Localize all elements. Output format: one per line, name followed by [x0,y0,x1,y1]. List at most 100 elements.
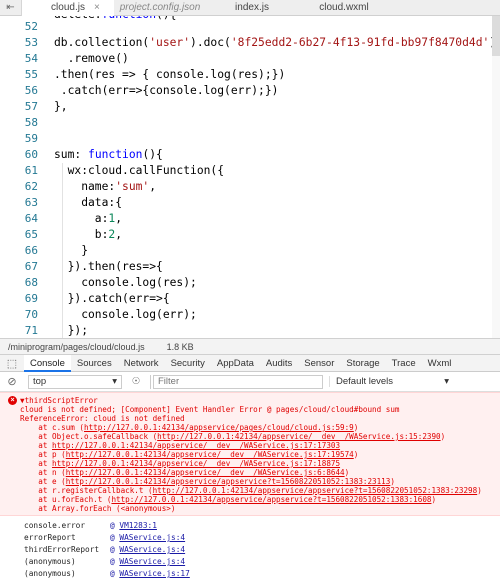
code-line: }).then(res=>{ [54,260,163,273]
code-line: .then(res => { console.log(res);}) [54,68,286,81]
trace-source-link[interactable]: WAService.js:4 [119,545,185,554]
tab-wxml[interactable]: Wxml [422,355,458,372]
error-line: ReferenceError: cloud is not defined [20,414,185,423]
sidebar-toggle-icon[interactable]: ⇤ [0,0,22,16]
filter-input[interactable] [153,374,323,389]
tab-appdata[interactable]: AppData [211,355,260,372]
line-number: 62 [24,180,38,193]
line-number: 64 [24,212,38,225]
stack-frame: at n (http://127.0.0.1:42134/appservice/… [20,468,349,477]
trace-function: (anonymous) [24,569,76,578]
stack-frame: at p (http://127.0.0.1:42134/appservice/… [20,450,358,459]
stack-frame-link[interactable]: http://127.0.0.1:42134/appservice/__dev_… [52,459,340,468]
line-number: 71 [24,324,38,337]
error-icon: × [8,396,17,405]
tab-sources[interactable]: Sources [71,355,118,372]
tab-label: project.config.json [119,2,201,13]
trace-source-link[interactable]: WAService.js:4 [119,533,185,542]
stack-frame-suffix: ) [353,423,359,432]
editor-scrollbar[interactable] [492,16,500,338]
stack-frame: at Object.o.safeCallback (http://127.0.0… [20,432,445,441]
trace-source-link[interactable]: WAService.js:4 [119,557,185,566]
line-number: 63 [24,196,38,209]
levels-value: Default levels [336,376,394,387]
line-number: 70 [24,308,38,321]
stack-frame: at Array.forEach (<anonymous>) [20,504,175,513]
levels-dropdown[interactable]: Default levels ▾ [329,376,449,387]
stack-frame-link[interactable]: http://127.0.0.1:42134/appservice/appser… [153,486,478,495]
context-value: top [33,376,47,387]
line-number: 57 [24,100,38,113]
tab-console[interactable]: Console [24,354,71,372]
line-number: 68 [24,276,38,289]
tab-audits[interactable]: Audits [260,355,298,372]
trace-source-link[interactable]: WAService.js:17 [119,569,189,578]
file-status-bar: /miniprogram/pages/cloud/cloud.js 1.8 KB [0,338,500,355]
stack-frame-link[interactable]: http://127.0.0.1:42134/appservice/__dev_… [66,468,345,477]
stack-frame-link[interactable]: http://127.0.0.1:42134/appservice/__dev_… [52,441,340,450]
stack-frame-text: at Object.o.safeCallback ( [20,432,158,441]
tab-cloud-wxml[interactable]: cloud.wxml [298,0,390,16]
tab-label: cloud.wxml [319,2,369,13]
tab-project-config[interactable]: project.config.json [114,0,206,16]
tab-trace[interactable]: Trace [386,355,422,372]
trace-source: @ VM1283:1 [110,520,157,532]
console-toolbar: ⊘ top ▾ ☉ Default levels ▾ [0,372,500,392]
close-icon[interactable]: × [94,2,100,13]
stack-frame: at e (http://127.0.0.1:42134/appservice/… [20,477,395,486]
line-number: 67 [24,260,38,273]
line-number: 55 [24,68,38,81]
line-number: 61 [24,164,38,177]
code-line: console.log(res); [54,276,197,289]
stack-frame-link[interactable]: http://127.0.0.1:42134/appservice/pages/… [84,423,354,432]
error-title[interactable]: ▼thirdScriptError [20,396,98,405]
file-path: /miniprogram/pages/cloud/cloud.js [8,341,145,352]
stack-frame-link[interactable]: http://127.0.0.1:42134/appservice/appser… [111,495,431,504]
stack-frame-suffix: ) [390,477,395,486]
inspect-element-icon[interactable]: ⬚ [0,357,24,370]
stack-frame-link[interactable]: http://127.0.0.1:42134/appservice/appser… [66,477,391,486]
trace-function: thirdErrorReport [24,545,100,554]
code-line: delete:function(){ [54,16,176,23]
stack-frame-suffix: ) [431,495,437,504]
code-editor[interactable]: 52 53 54 55 56 57 58 59 60 61 62 63 64 65 66 67 68 69 70 71… [0,16,500,338]
tab-sensor[interactable]: Sensor [298,355,340,372]
tab-security[interactable]: Security [165,355,211,372]
trace-source-link[interactable]: VM1283:1 [119,521,157,530]
stack-frame-text: at Array.forEach (<anonymous>) [20,504,176,513]
chevron-down-icon: ▾ [444,376,449,387]
stack-frame: at u.forEach.t (http://127.0.0.1:42134/a… [20,495,436,504]
line-number: 65 [24,228,38,241]
line-number: 53 [24,36,38,49]
at-symbol: @ [110,533,120,542]
tab-network[interactable]: Network [118,355,165,372]
stack-frame-text: at c.sum ( [20,423,85,432]
context-select[interactable]: top ▾ [28,374,122,389]
stack-frame: at http://127.0.0.1:42134/appservice/__d… [20,459,340,468]
chevron-down-icon: ▾ [112,376,117,387]
code-line: name:'sum', [54,180,157,193]
line-number: 59 [24,132,38,145]
trace-function: (anonymous) [24,557,76,566]
tab-cloud-js[interactable]: cloud.js × [22,0,114,16]
line-number: 56 [24,84,38,97]
tab-storage[interactable]: Storage [340,355,385,372]
stack-frame: at r.registerCallback.t (http://127.0.0.… [20,486,482,495]
scrollbar-thumb[interactable] [492,16,500,56]
code-line: wx:cloud.callFunction({ [54,164,225,177]
stack-frame-link[interactable]: http://127.0.0.1:42134/appservice/__dev_… [157,432,440,441]
clear-console-icon[interactable]: ⊘ [0,375,24,388]
trace-source: @ WAService.js:4 [110,556,185,568]
stack-frame-link[interactable]: http://127.0.0.1:42134/appservice/__dev_… [66,450,354,459]
code-line: db.collection('user').doc('8f25edd2-6b27… [54,36,496,49]
at-symbol: @ [110,545,120,554]
eye-icon[interactable]: ☉ [126,376,146,387]
tab-index-js[interactable]: index.js [206,0,298,16]
at-symbol: @ [110,569,120,578]
stack-frame-text: at r.registerCallback.t ( [20,486,153,495]
stack-frame-suffix: ) [353,450,359,459]
line-number: 60 [24,148,38,161]
trace-source: @ WAService.js:4 [110,544,185,556]
line-number-gutter: 52 53 54 55 56 57 58 59 60 61 62 63 64 65 66 67 68 69 70 71… [0,16,42,338]
code-line: a:1, [54,212,123,225]
